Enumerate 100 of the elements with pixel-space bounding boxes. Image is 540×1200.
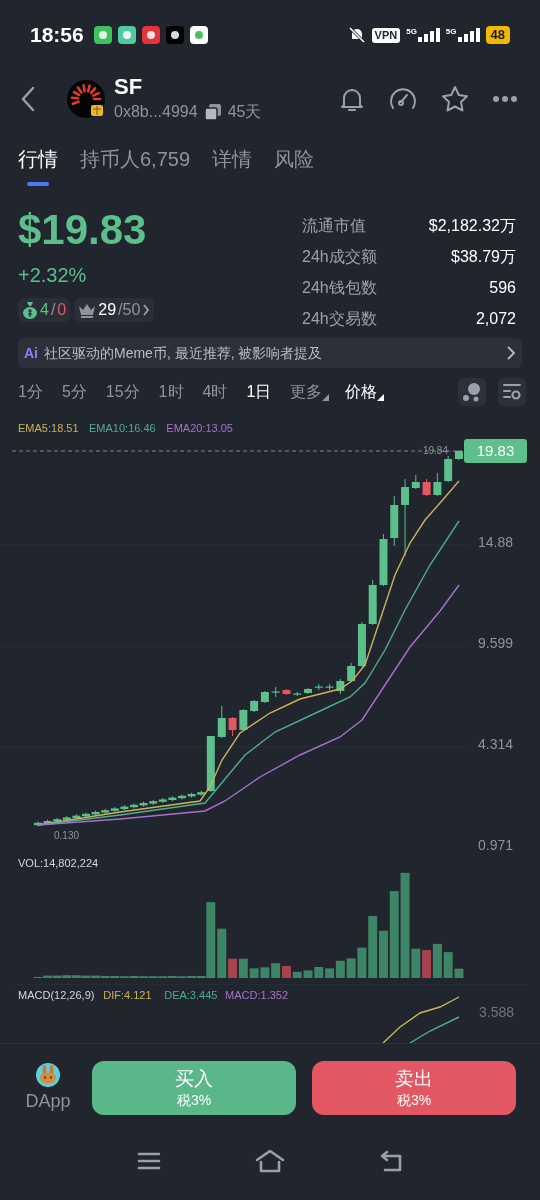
sell-button[interactable]: 卖出 税3% xyxy=(312,1060,516,1115)
volume-bar xyxy=(271,963,281,978)
battery-indicator: 48 xyxy=(485,26,510,44)
network-label: 5G xyxy=(406,28,417,36)
interval-tab[interactable]: 5分 xyxy=(61,380,87,404)
signal-icon xyxy=(417,28,440,42)
dropdown-caret-icon xyxy=(377,394,385,401)
back-icon xyxy=(20,86,36,112)
tab[interactable]: 持币人6,759 xyxy=(80,145,191,173)
network-label: 5G xyxy=(445,28,457,36)
dropdown-button[interactable]: 更多 xyxy=(290,380,330,404)
candlestick xyxy=(282,688,291,696)
price-value: $19.83 xyxy=(18,206,148,254)
indicator-legend: EMA20:13.05 xyxy=(166,422,233,434)
ai-label: Ai xyxy=(24,346,38,360)
token-age: 45天 xyxy=(227,102,262,122)
stat-label: 24h交易数 xyxy=(302,308,377,329)
indicator-legend: EMA5:18.51 xyxy=(18,422,79,434)
stat-value: 596 xyxy=(489,277,516,298)
settings-icon xyxy=(502,383,522,401)
dropdown-caret-icon xyxy=(322,394,330,401)
last-price-tag: 19.83 xyxy=(464,439,527,463)
stat-label: 24h钱包数 xyxy=(302,277,377,298)
volume-bar xyxy=(260,967,270,978)
crown-icon xyxy=(78,302,97,318)
menu-icon[interactable] xyxy=(137,1150,161,1171)
star-icon[interactable] xyxy=(440,85,470,113)
candlestick xyxy=(336,678,345,695)
copy-icon[interactable] xyxy=(203,103,222,121)
candlestick xyxy=(379,533,388,587)
dropdown-button[interactable]: 价格 xyxy=(345,380,385,404)
buy-count: 4 xyxy=(40,300,49,320)
interval-tab[interactable]: 1分 xyxy=(18,380,43,404)
dapp-button[interactable]: DApp xyxy=(20,1061,76,1114)
interval-tab[interactable]: 1日 xyxy=(246,380,272,404)
low-price-label: 0.130 xyxy=(54,830,80,841)
axis-label: 0.971 xyxy=(477,837,513,853)
tab[interactable]: 详情 xyxy=(212,145,253,173)
money-bag-icon xyxy=(22,301,38,319)
ai-summary-banner[interactable]: Ai 社区驱动的Meme币, 最近推荐, 被影响者提及 xyxy=(18,338,522,368)
indicator-button[interactable] xyxy=(458,378,486,406)
chevron-right-icon xyxy=(506,345,516,361)
app-icon xyxy=(141,26,160,44)
sell-count: 0 xyxy=(57,300,67,320)
back-nav-icon[interactable] xyxy=(379,1149,403,1172)
indicator-legend: EMA10:16.46 xyxy=(89,422,156,434)
candlestick xyxy=(271,686,280,698)
muted-bell-icon xyxy=(347,26,366,44)
app-icon xyxy=(117,26,136,44)
more-icon[interactable] xyxy=(492,95,518,103)
volume-bar xyxy=(432,943,442,978)
candlestick xyxy=(250,699,259,713)
candlestick xyxy=(368,579,377,626)
token-symbol: SF xyxy=(114,74,144,100)
indicator-legend: MACD:1.352 xyxy=(225,989,289,1001)
stat-value: $38.79万 xyxy=(451,246,516,267)
axis-label: 4.314 xyxy=(477,736,513,752)
candlestick xyxy=(304,687,312,695)
candlestick xyxy=(422,478,431,497)
volume-label: VOL:14,802,224 xyxy=(18,857,99,869)
candlestick xyxy=(325,683,334,691)
signal-icon xyxy=(457,28,480,42)
ai-summary-text: 社区驱动的Meme币, 最近推荐, 被影响者提及 xyxy=(44,343,323,363)
indicator-legend: DIF:4.121 xyxy=(103,989,152,1001)
status-time: 18:56 xyxy=(30,22,84,49)
tab[interactable]: 行情 xyxy=(18,145,58,186)
stat-value: 2,072 xyxy=(475,308,516,329)
high-price-label: 19.84 xyxy=(422,445,448,456)
bubble-icon xyxy=(462,382,482,402)
rank-total: /50 xyxy=(118,300,141,320)
app-icon xyxy=(165,26,184,44)
candlestick xyxy=(217,705,226,739)
separator-text: / xyxy=(50,300,56,320)
interval-tab[interactable]: 1时 xyxy=(158,380,184,404)
stat-value: $2,182.32万 xyxy=(428,215,516,236)
candlestick xyxy=(239,708,248,732)
indicator-legend: MACD(12,26,9) xyxy=(18,989,95,1001)
candlestick xyxy=(293,691,302,697)
app-icon xyxy=(93,26,112,44)
axis-label: 3.588 xyxy=(478,1004,514,1020)
candlestick xyxy=(228,716,237,737)
candlestick xyxy=(260,690,269,704)
chart-settings-button[interactable] xyxy=(498,378,526,406)
chevron-right-icon[interactable] xyxy=(142,303,151,317)
candlestick xyxy=(433,472,442,497)
bunny-icon xyxy=(35,1061,61,1088)
token-address: 0x8b...4994 xyxy=(114,102,198,122)
home-icon[interactable] xyxy=(255,1148,285,1173)
price-change: +2.32% xyxy=(18,263,88,288)
tab[interactable]: 风险 xyxy=(274,145,315,173)
interval-tab[interactable]: 15分 xyxy=(105,380,140,404)
indicator-legend: DEA:3.445 xyxy=(164,989,218,1001)
stat-label: 24h成交额 xyxy=(302,246,377,267)
axis-label: 9.599 xyxy=(477,635,513,651)
candlestick xyxy=(314,683,323,691)
interval-tab[interactable]: 4时 xyxy=(202,380,228,404)
axis-label: 14.88 xyxy=(477,534,513,550)
rank-value: 29 xyxy=(98,300,117,320)
stat-label: 流通市值 xyxy=(302,215,366,236)
candlestick xyxy=(390,495,399,547)
